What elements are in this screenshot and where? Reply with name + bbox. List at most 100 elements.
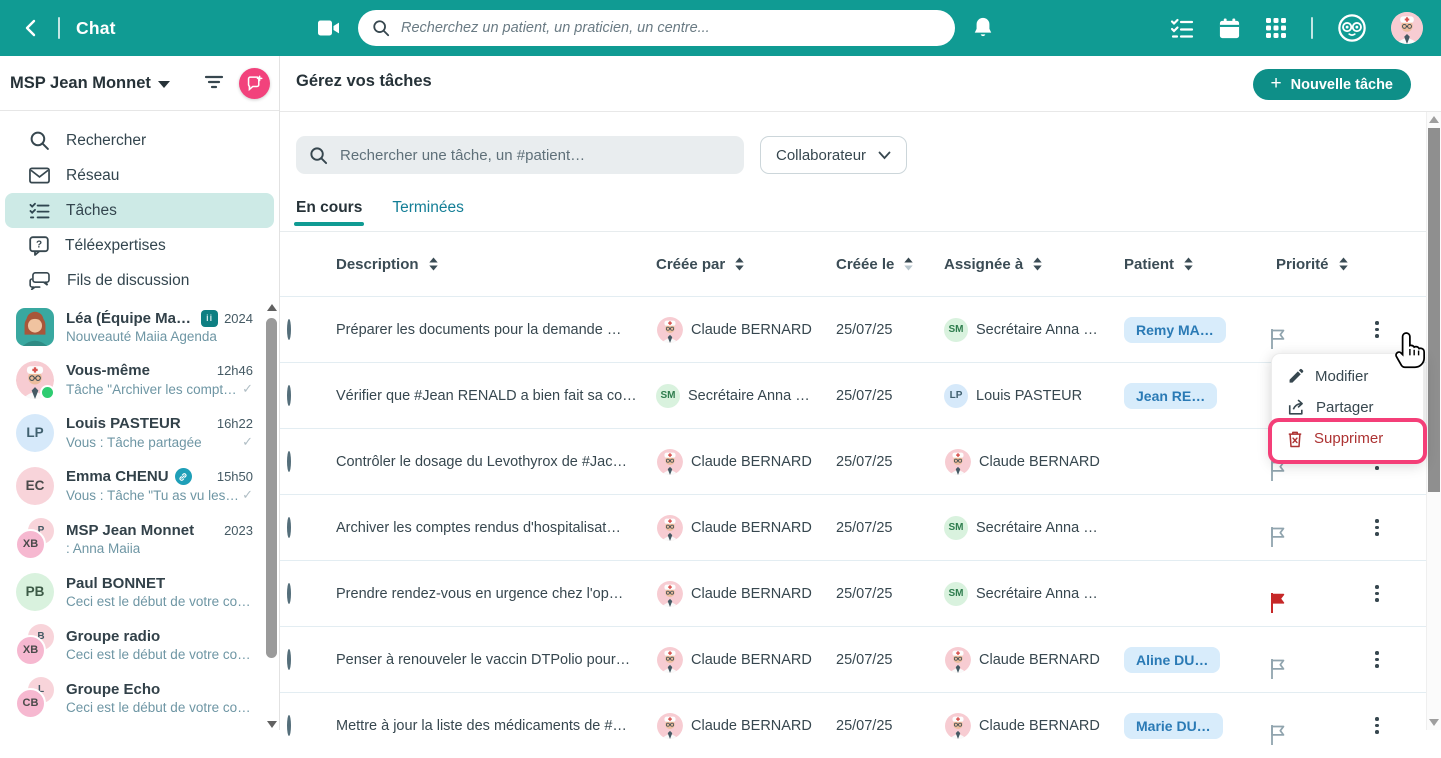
task-description[interactable]: Archiver les comptes rendus d'hospitalis… bbox=[336, 520, 656, 536]
sidebar-item-t-ches[interactable]: Tâches bbox=[5, 193, 274, 228]
task-description[interactable]: Contrôler le dosage du Levothyrox de #Ja… bbox=[336, 454, 656, 470]
threads-icon bbox=[29, 271, 51, 290]
top-bar: Chat bbox=[0, 0, 1441, 56]
patient-chip[interactable]: Remy MA… bbox=[1124, 317, 1226, 343]
tab-en-cours[interactable]: En cours bbox=[296, 199, 362, 226]
collaborator-dropdown[interactable]: Collaborateur bbox=[760, 136, 907, 174]
avatar-doctor bbox=[656, 514, 683, 541]
task-checkbox[interactable] bbox=[287, 649, 291, 670]
row-menu-kebab-icon[interactable] bbox=[1368, 515, 1386, 541]
owl-logo-icon[interactable] bbox=[1337, 13, 1367, 43]
scroll-down-icon[interactable] bbox=[267, 721, 277, 728]
checklist-icon[interactable] bbox=[1170, 17, 1194, 39]
trash-icon bbox=[1287, 430, 1303, 448]
table-row: Prendre rendez-vous en urgence chez l'op… bbox=[280, 560, 1428, 626]
person-cell: LPLouis PASTEUR bbox=[944, 384, 1124, 408]
sidebar-item-r-seau[interactable]: Réseau bbox=[5, 158, 274, 193]
filter-icon[interactable] bbox=[204, 73, 224, 91]
column-header-priorité: Priorité bbox=[1268, 256, 1368, 273]
sort-icon[interactable] bbox=[428, 257, 439, 271]
task-description[interactable]: Préparer les documents pour la demande … bbox=[336, 322, 656, 338]
person-name: Claude BERNARD bbox=[691, 520, 812, 536]
menu-item-modifier[interactable]: Modifier bbox=[1272, 361, 1423, 392]
conversation-preview: Nouveauté Maiia Agenda bbox=[66, 329, 217, 344]
task-checkbox[interactable] bbox=[287, 517, 291, 538]
topbar-divider bbox=[1311, 17, 1313, 39]
sort-icon[interactable] bbox=[1338, 257, 1349, 271]
task-checkbox[interactable] bbox=[287, 385, 291, 406]
task-checkbox[interactable] bbox=[287, 451, 291, 472]
task-checkbox[interactable] bbox=[287, 583, 291, 604]
tab-termin-es[interactable]: Terminées bbox=[392, 199, 464, 226]
apps-grid-icon[interactable] bbox=[1265, 17, 1287, 39]
conversation-preview: Tâche "Archiver les compt… bbox=[66, 382, 237, 397]
new-task-button[interactable]: + Nouvelle tâche bbox=[1253, 69, 1411, 100]
sidebar-item-rechercher[interactable]: Rechercher bbox=[5, 123, 274, 158]
video-call-icon[interactable] bbox=[316, 17, 341, 39]
created-date: 25/07/25 bbox=[836, 322, 944, 338]
menu-item-partager[interactable]: Partager bbox=[1272, 392, 1423, 423]
conversation-item[interactable]: PBPaul BONNETCeci est le début de votre … bbox=[0, 565, 279, 618]
user-avatar[interactable] bbox=[1391, 12, 1423, 44]
task-description[interactable]: Mettre à jour la liste des médicaments d… bbox=[336, 718, 656, 734]
conversation-time: 16h22 bbox=[217, 416, 259, 431]
sort-icon[interactable] bbox=[1032, 257, 1043, 271]
priority-flag-icon[interactable] bbox=[1268, 723, 1368, 747]
task-checkbox[interactable] bbox=[287, 319, 291, 340]
menu-item-label: Supprimer bbox=[1314, 430, 1383, 447]
column-header-patient: Patient bbox=[1124, 256, 1268, 273]
conversation-item[interactable]: BXBGroupe radioCeci est le début de votr… bbox=[0, 618, 279, 671]
sidebar-scrollbar[interactable] bbox=[265, 304, 278, 728]
read-check-icon: ✓ bbox=[242, 434, 259, 450]
task-description[interactable]: Vérifier que #Jean RENALD a bien fait sa… bbox=[336, 388, 656, 404]
sort-icon[interactable] bbox=[734, 257, 745, 271]
scrollbar-thumb[interactable] bbox=[266, 318, 277, 658]
main-scrollbar[interactable] bbox=[1426, 112, 1441, 730]
patient-chip[interactable]: Jean RE… bbox=[1124, 383, 1217, 409]
row-menu-kebab-icon[interactable] bbox=[1368, 317, 1386, 343]
priority-flag-icon[interactable] bbox=[1268, 591, 1368, 615]
task-description[interactable]: Penser à renouveler le vaccin DTPolio po… bbox=[336, 652, 656, 668]
global-search-input[interactable] bbox=[399, 19, 941, 37]
conversation-preview: Ceci est le début de votre co… bbox=[66, 647, 251, 662]
row-menu-kebab-icon[interactable] bbox=[1368, 647, 1386, 673]
scroll-up-icon[interactable] bbox=[1429, 116, 1439, 123]
scroll-down-icon[interactable] bbox=[1429, 719, 1439, 726]
task-description[interactable]: Prendre rendez-vous en urgence chez l'op… bbox=[336, 586, 656, 602]
person-cell: Claude BERNARD bbox=[656, 448, 836, 475]
sort-icon[interactable] bbox=[1183, 257, 1194, 271]
table-row: Mettre à jour la liste des médicaments d… bbox=[280, 692, 1428, 758]
calendar-icon[interactable] bbox=[1218, 17, 1241, 40]
row-menu-kebab-icon[interactable] bbox=[1368, 713, 1386, 739]
task-checkbox[interactable] bbox=[287, 715, 291, 736]
row-menu-kebab-icon[interactable] bbox=[1368, 581, 1386, 607]
table-row: Contrôler le dosage du Levothyrox de #Ja… bbox=[280, 428, 1428, 494]
back-icon[interactable] bbox=[22, 19, 40, 37]
patient-chip[interactable]: Marie DU… bbox=[1124, 713, 1223, 739]
person-cell: SMSecrétaire Anna … bbox=[944, 582, 1124, 606]
workspace-selector[interactable]: MSP Jean Monnet bbox=[10, 74, 170, 93]
priority-flag-icon[interactable] bbox=[1268, 459, 1368, 483]
scroll-up-icon[interactable] bbox=[267, 304, 277, 311]
conversation-item[interactable]: Vous-même12h46Tâche "Archiver les compt…… bbox=[0, 353, 279, 406]
scrollbar-thumb[interactable] bbox=[1428, 128, 1440, 492]
new-conversation-button[interactable] bbox=[239, 68, 270, 99]
priority-flag-icon[interactable] bbox=[1268, 657, 1368, 681]
conversation-item[interactable]: LCBGroupe EchoCeci est le début de votre… bbox=[0, 671, 279, 724]
menu-item-supprimer[interactable]: Supprimer bbox=[1272, 423, 1423, 454]
bell-icon[interactable] bbox=[972, 16, 994, 40]
conversation-item[interactable]: LPLouis PASTEUR16h22Vous : Tâche partagé… bbox=[0, 406, 279, 459]
sidebar-item-fils-de-discussion[interactable]: Fils de discussion bbox=[5, 263, 274, 298]
task-search-input[interactable] bbox=[338, 146, 731, 165]
conversation-item[interactable]: PXBMSP Jean Monnet2023: Anna Maiia bbox=[0, 512, 279, 565]
conversation-item[interactable]: ECEmma CHENU15h50Vous : Tâche "Tu as vu … bbox=[0, 459, 279, 512]
conversation-item[interactable]: Léa (Équipe Maiia)ii2024Nouveauté Maiia … bbox=[0, 300, 279, 353]
priority-flag-icon[interactable] bbox=[1268, 327, 1368, 351]
person-name: Secrétaire Anna … bbox=[976, 322, 1098, 338]
priority-flag-icon[interactable] bbox=[1268, 525, 1368, 549]
sidebar-item-t-l-expertises[interactable]: ?Téléexpertises bbox=[5, 228, 274, 263]
avatar-doctor bbox=[656, 712, 683, 739]
person-cell: SMSecrétaire Anna … bbox=[944, 318, 1124, 342]
patient-chip[interactable]: Aline DU… bbox=[1124, 647, 1220, 673]
sort-icon[interactable] bbox=[903, 257, 914, 271]
